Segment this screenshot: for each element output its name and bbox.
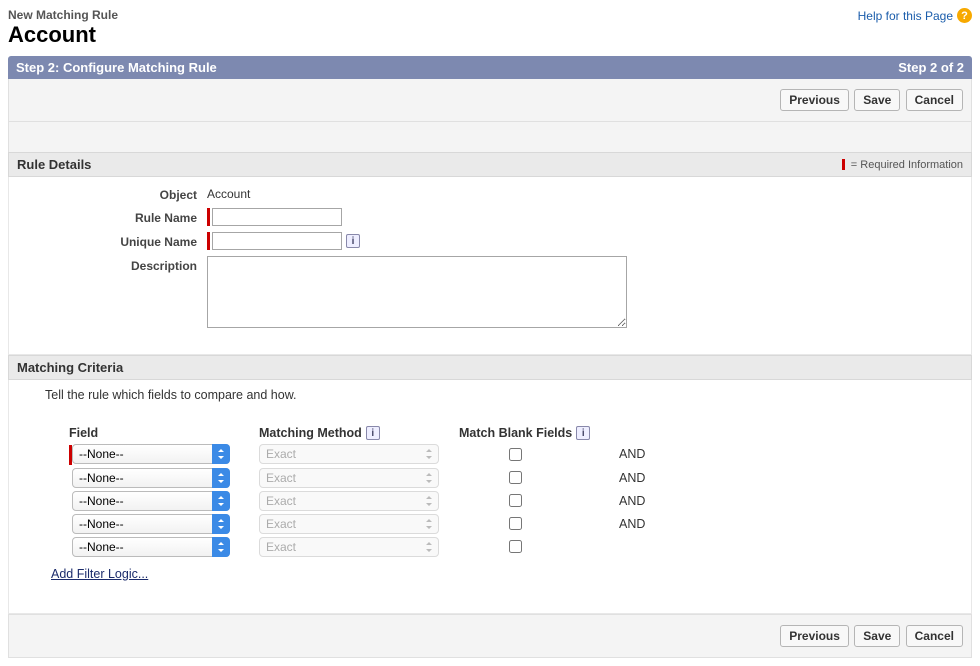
save-button[interactable]: Save <box>854 625 900 647</box>
unique-name-label: Unique Name <box>17 232 207 249</box>
col-header-blank-text: Match Blank Fields <box>459 426 572 440</box>
matching-method-select[interactable]: Exact <box>259 468 439 488</box>
rule-name-label: Rule Name <box>17 208 207 225</box>
description-textarea[interactable] <box>207 256 627 328</box>
matching-method-select[interactable]: Exact <box>259 444 439 464</box>
match-blank-checkbox[interactable] <box>509 494 522 507</box>
field-select[interactable]: --None-- <box>72 514 230 534</box>
criteria-row: --None-- Exact <box>69 537 931 557</box>
operator-label: AND <box>619 447 645 461</box>
step-bar: Step 2: Configure Matching Rule Step 2 o… <box>8 56 972 79</box>
help-icon: ? <box>957 8 972 23</box>
button-row-top: Previous Save Cancel <box>8 79 972 122</box>
col-header-field: Field <box>69 426 259 440</box>
required-marker-icon <box>842 159 845 170</box>
rule-name-input[interactable] <box>212 208 342 226</box>
breadcrumb: New Matching Rule <box>8 8 972 22</box>
required-legend: = Required Information <box>842 159 963 171</box>
rule-details-header: Rule Details = Required Information <box>8 152 972 177</box>
required-marker-icon <box>207 208 210 226</box>
matching-criteria-body: Tell the rule which fields to compare an… <box>8 380 972 614</box>
col-header-method-text: Matching Method <box>259 426 362 440</box>
criteria-row: --None-- Exact AND <box>69 491 931 511</box>
matching-method-select[interactable]: Exact <box>259 491 439 511</box>
step-title: Step 2: Configure Matching Rule <box>16 60 217 75</box>
object-label: Object <box>17 185 207 202</box>
match-blank-checkbox[interactable] <box>509 517 522 530</box>
previous-button[interactable]: Previous <box>780 89 849 111</box>
step-progress: Step 2 of 2 <box>898 60 964 75</box>
col-header-method: Matching Method i <box>259 426 459 440</box>
field-select[interactable]: --None-- <box>72 468 230 488</box>
info-icon[interactable]: i <box>366 426 380 440</box>
matching-method-select[interactable]: Exact <box>259 514 439 534</box>
field-select[interactable]: --None-- <box>72 444 230 464</box>
required-legend-text: = Required Information <box>851 159 963 171</box>
help-link-label: Help for this Page <box>858 9 953 23</box>
help-for-page-link[interactable]: Help for this Page ? <box>858 8 972 23</box>
matching-criteria-header: Matching Criteria <box>8 355 972 380</box>
info-icon[interactable]: i <box>346 234 360 248</box>
field-select[interactable]: --None-- <box>72 491 230 511</box>
page-title: Account <box>8 22 972 48</box>
criteria-row: --None-- Exact AND <box>69 468 931 488</box>
info-icon[interactable]: i <box>576 426 590 440</box>
matching-method-select[interactable]: Exact <box>259 537 439 557</box>
description-label: Description <box>17 256 207 273</box>
button-row-bottom: Previous Save Cancel <box>8 614 972 658</box>
matching-criteria-title: Matching Criteria <box>17 360 123 375</box>
rule-details-form: Object Account Rule Name Unique Name i D… <box>8 177 972 355</box>
cancel-button[interactable]: Cancel <box>906 89 963 111</box>
match-blank-checkbox[interactable] <box>509 448 522 461</box>
field-select[interactable]: --None-- <box>72 537 230 557</box>
match-blank-checkbox[interactable] <box>509 540 522 553</box>
rule-details-title: Rule Details <box>17 157 91 172</box>
previous-button[interactable]: Previous <box>780 625 849 647</box>
col-header-blank: Match Blank Fields i <box>459 426 619 440</box>
operator-label: AND <box>619 494 645 508</box>
add-filter-logic-link[interactable]: Add Filter Logic... <box>51 567 148 581</box>
save-button[interactable]: Save <box>854 89 900 111</box>
operator-label: AND <box>619 471 645 485</box>
unique-name-input[interactable] <box>212 232 342 250</box>
required-marker-icon <box>207 232 210 250</box>
criteria-row: --None-- Exact AND <box>69 444 931 465</box>
cancel-button[interactable]: Cancel <box>906 625 963 647</box>
operator-label: AND <box>619 517 645 531</box>
object-value: Account <box>207 185 250 201</box>
match-blank-checkbox[interactable] <box>509 471 522 484</box>
criteria-row: --None-- Exact AND <box>69 514 931 534</box>
criteria-instruction: Tell the rule which fields to compare an… <box>9 380 971 426</box>
